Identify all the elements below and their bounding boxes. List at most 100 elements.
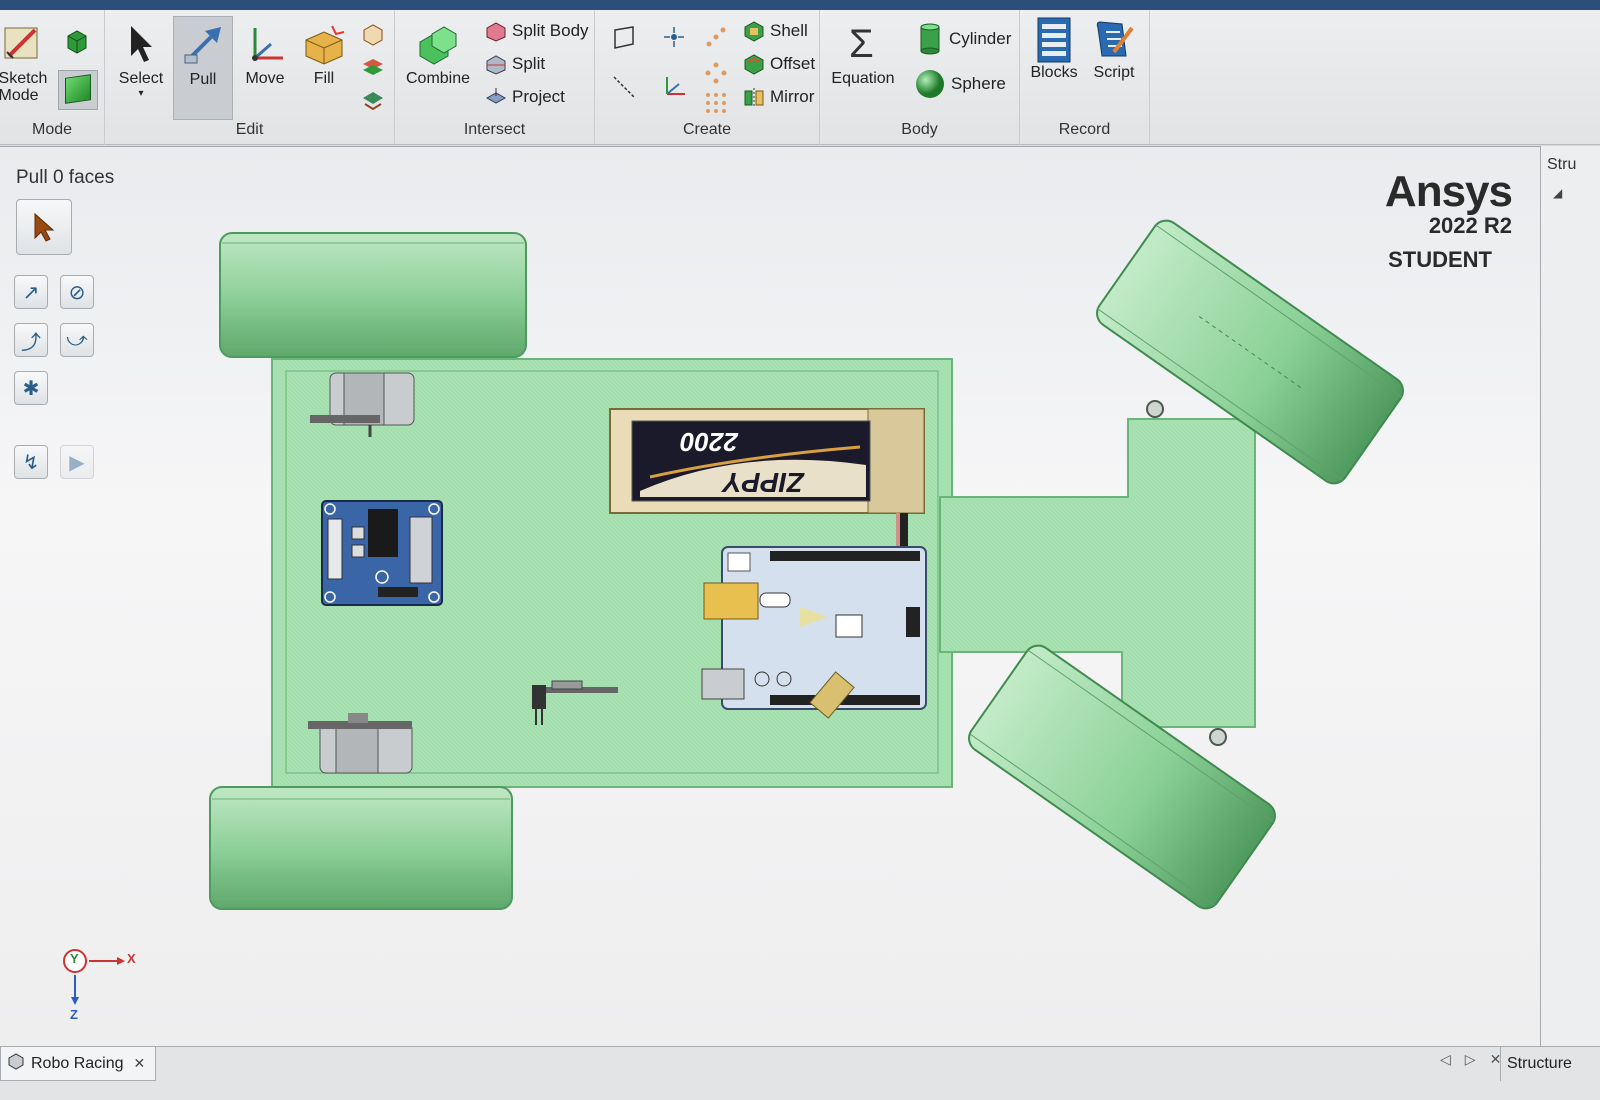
fill-box-icon [302,22,346,66]
close-tab-icon[interactable]: ✕ [134,1055,146,1072]
project-label: Project [512,87,565,106]
document-tab-robo-racing[interactable]: Robo Racing ✕ [0,1047,157,1081]
arduino-board[interactable] [701,546,927,710]
offset-button[interactable]: Offset [743,53,815,75]
split-button[interactable]: Split [485,53,545,75]
group-label-edit: Edit [235,121,264,138]
point-icon[interactable] [661,24,687,50]
ribbon-group-intersect: Combine Split Body Split Project Interse… [395,10,595,145]
structure-panel-edge[interactable]: Stru ◢ [1540,146,1600,1046]
origin-icon[interactable] [661,74,687,100]
sphere-button[interactable]: Sphere [914,68,1006,100]
tab-prev-icon[interactable]: ◁ [1440,1051,1451,1068]
collapse-triangle-icon[interactable]: ◢ [1553,186,1562,200]
document-icon [7,1052,25,1075]
pivot-screw-bottom [1209,728,1227,746]
equation-label: Equation [831,70,895,87]
pull-button[interactable]: Pull [173,16,233,120]
move-axes-icon [243,22,287,66]
linear-pattern-icon[interactable] [703,24,729,50]
script-button[interactable]: Script [1086,16,1142,82]
cylinder-button[interactable]: Cylinder [916,22,1011,56]
sigma-icon: Σ [849,22,874,66]
combine-button[interactable]: Combine [403,22,473,88]
replace-icon[interactable] [360,86,386,112]
axis-z-label: Z [70,1007,78,1022]
pivot-screw-top [1146,400,1164,418]
axis-x-label: X [127,951,136,966]
structure-tab[interactable]: Structure [1500,1047,1578,1081]
move-label: Move [245,70,285,87]
group-label-intersect: Intersect [463,121,526,138]
lipo-battery[interactable]: 2200 ZIPPY [609,408,925,514]
axis-line-icon[interactable] [611,74,637,100]
ribbon-group-edit: Select ▾ Pull Move Fill Edit [105,10,395,145]
motor-front[interactable] [308,713,413,774]
blocks-icon [1032,16,1076,63]
cylinder-label: Cylinder [949,29,1012,48]
move-button[interactable]: Move [239,22,291,88]
shell-button[interactable]: Shell [743,20,808,42]
select-label: Select [118,70,164,87]
sphere-label: Sphere [951,74,1006,93]
project-icon [485,86,507,108]
sketch-mode-label: Sketch Mode [0,70,48,104]
sketch-mode-button[interactable]: Sketch Mode [0,22,50,104]
document-tab-label: Robo Racing [31,1054,124,1072]
mirror-icon [743,86,765,108]
ribbon-group-record: Blocks Script Record [1020,10,1150,145]
fill-button[interactable]: Fill [299,22,349,88]
select-dropdown-icon[interactable]: ▾ [138,88,143,99]
fill-pattern-icon[interactable] [703,90,729,116]
ribbon-group-mode: Sketch Mode Mode [0,10,105,145]
robot-car-model[interactable]: 2200 ZIPPY [0,147,1540,1047]
group-label-mode: Mode [31,121,73,138]
3d-viewport[interactable]: Pull 0 faces ↗ ⊘ ⤴ ⤻ ✱ ↯ ▶ Ansys 2022 R2… [0,146,1540,1046]
combine-icon [416,22,460,66]
blend-icon[interactable] [360,22,386,48]
mirror-label: Mirror [770,87,815,106]
pull-label: Pull [189,71,217,88]
structure-tab-label: Structure [1507,1055,1572,1072]
sketch-pencil-icon [1,22,45,66]
group-label-record: Record [1058,121,1111,138]
wheel-rear-left[interactable] [219,232,527,358]
blocks-button[interactable]: Blocks [1026,16,1082,82]
split-icon [485,53,507,75]
tweak-face-icon[interactable] [360,54,386,80]
ribbon: Sketch Mode Mode Select ▾ Pull Move Fill… [0,10,1600,145]
offset-icon [743,53,765,75]
tab-next-icon[interactable]: ▷ [1465,1051,1476,1068]
project-button[interactable]: Project [485,86,565,108]
axis-y-label: Y [70,951,79,966]
pull-arrow-icon [181,23,225,67]
wheel-front-left[interactable] [209,786,513,910]
group-label-body: Body [901,121,938,138]
3d-mode-button[interactable] [58,70,98,110]
document-tab-bar: Robo Racing ✕ ◁ ▷ ✕ Structure [0,1046,1600,1100]
3d-cube-icon [65,74,91,104]
ribbon-group-body: Σ Equation Cylinder Sphere Body [820,10,1020,145]
battery-capacity-text: 2200 [680,427,739,457]
script-label: Script [1093,64,1135,81]
offset-label: Offset [770,54,816,73]
section-mode-icon[interactable] [64,28,90,54]
cylinder-icon [916,22,944,56]
plane-icon[interactable] [611,24,637,50]
shell-icon [743,20,765,42]
split-body-button[interactable]: Split Body [485,20,589,42]
split-label: Split [512,54,546,73]
select-button[interactable]: Select ▾ [113,22,169,99]
group-label-create: Create [682,121,732,138]
select-arrow-icon [119,22,163,66]
fill-label: Fill [313,70,335,87]
equation-button[interactable]: Σ Equation [828,22,898,88]
script-icon [1092,16,1136,60]
battery-brand-text: ZIPPY [721,467,805,498]
motor-driver-board[interactable] [321,500,443,606]
blocks-label: Blocks [1030,64,1078,81]
circular-pattern-icon[interactable] [703,60,729,86]
split-body-icon [485,20,507,42]
split-body-label: Split Body [512,21,589,40]
mirror-button[interactable]: Mirror [743,86,814,108]
